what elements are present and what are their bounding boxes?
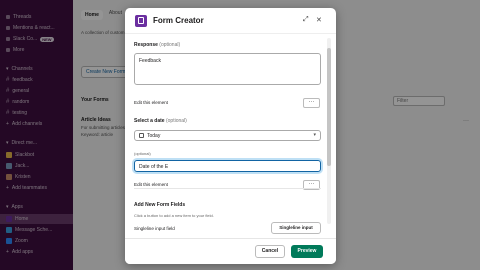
edit-element-menu-button[interactable]: ··· [303,98,320,108]
date-picker-value: Today [147,132,161,139]
form-app-icon [135,14,147,27]
date-picker[interactable]: Today ▾ [134,130,321,141]
chevron-down-icon: ▾ [313,132,316,138]
form-creator-modal: Form Creator ⤢ ✕ Response (optional) Fee… [125,8,336,264]
response-textarea[interactable]: Feedback [134,53,321,85]
preview-button[interactable]: Preview [291,245,323,258]
field-label: Response [134,42,158,48]
response-label: Response (optional) [134,42,180,48]
modal-body: Response (optional) Feedback Edit this e… [125,34,336,238]
field-label: Select a date [134,118,165,124]
singleline-input-button[interactable]: Singleline input [271,222,321,234]
calendar-icon [139,133,144,138]
scrollbar-thumb[interactable] [327,48,331,166]
expand-icon[interactable]: ⤢ [303,16,309,24]
text-input-field[interactable]: Date of the E [134,160,321,172]
singleline-label: Singleline input field [134,226,175,231]
modal-title: Form Creator [153,16,204,25]
close-icon[interactable]: ✕ [316,16,322,24]
add-fields-hint: Click a button to add a new item to your… [134,213,214,218]
edit-element-label: Edit this element [134,182,168,187]
edit-element-label: Edit this element [134,100,168,105]
add-fields-title: Add New Form Fields [134,202,186,208]
optional-tag: (optional) [165,118,187,124]
modal-footer: Cancel Preview [125,238,336,264]
optional-tag: (optional) [134,151,151,156]
date-label: Select a date (optional) [134,118,187,124]
modal-header: Form Creator ⤢ ✕ [125,8,336,34]
cancel-button[interactable]: Cancel [255,245,285,258]
modal-scrollbar[interactable] [327,38,331,224]
optional-tag: (optional) [159,42,181,48]
divider [134,188,321,189]
